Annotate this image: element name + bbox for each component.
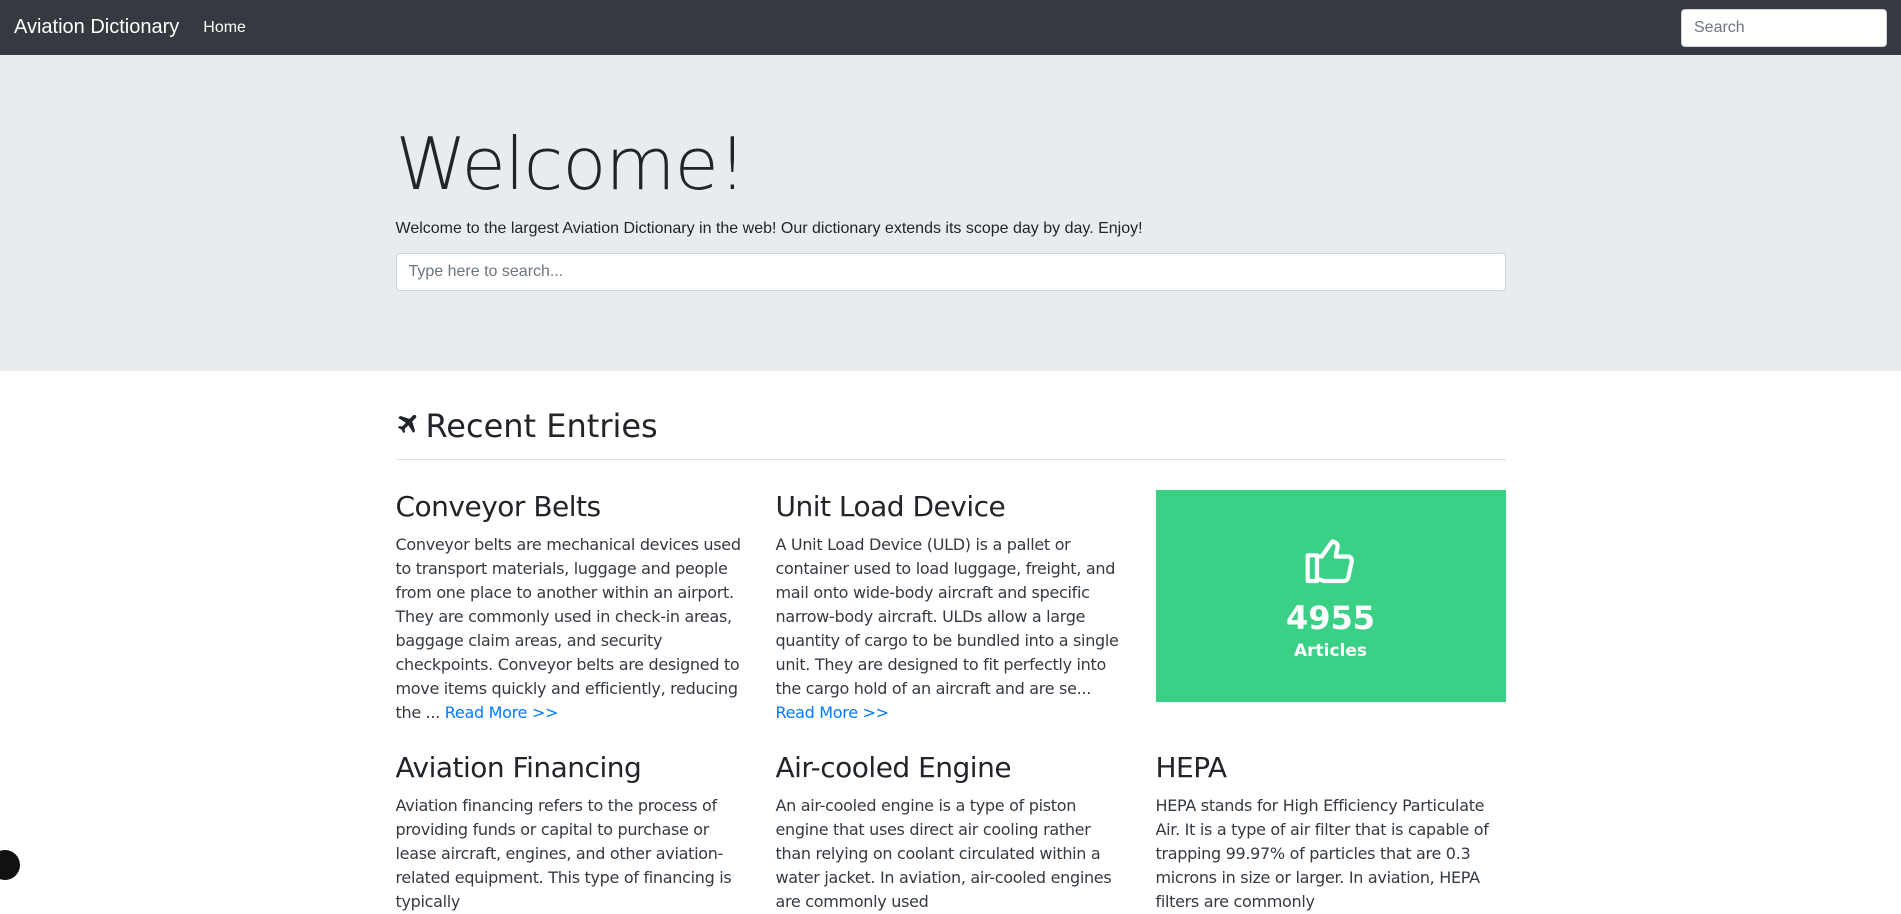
recent-entries-header: Recent Entries xyxy=(395,407,1506,460)
entry-card: Conveyor Belts Conveyor belts are mechan… xyxy=(396,490,746,725)
corner-widget-button[interactable] xyxy=(0,850,20,880)
entry-title[interactable]: Conveyor Belts xyxy=(396,490,746,523)
entry-excerpt: HEPA stands for High Efficiency Particul… xyxy=(1155,796,1489,911)
entry-excerpt: A Unit Load Device (ULD) is a pallet or … xyxy=(776,533,1126,725)
hero-title: Welcome! xyxy=(395,122,747,206)
thumbs-up-icon xyxy=(1303,532,1359,593)
hero-subtitle: Welcome to the largest Aviation Dictiona… xyxy=(395,219,1143,237)
nav-home-link[interactable]: Home xyxy=(203,19,246,37)
hero-search-input[interactable] xyxy=(395,252,1506,291)
hero-section: Welcome! Welcome to the largest Aviation… xyxy=(0,55,1901,371)
brand-link[interactable]: Aviation Dictionary xyxy=(14,16,179,39)
read-more-link[interactable]: Read More >> xyxy=(776,703,890,722)
entry-excerpt: An air-cooled engine is a type of piston… xyxy=(775,796,1112,911)
articles-count-card: 4955 Articles xyxy=(1155,490,1506,702)
entry-title[interactable]: Unit Load Device xyxy=(776,490,1126,523)
entry-excerpt-text: Conveyor belts are mechanical devices us… xyxy=(395,535,741,722)
entry-title[interactable]: Aviation Financing xyxy=(396,751,746,784)
entry-title[interactable]: HEPA xyxy=(1156,751,1506,784)
navbar-search-input[interactable] xyxy=(1681,8,1887,47)
plane-icon xyxy=(396,413,418,440)
entry-card: Unit Load Device A Unit Load Device (ULD… xyxy=(776,490,1126,725)
articles-count: 4955 xyxy=(1285,598,1376,637)
entries-grid: Conveyor Belts Conveyor belts are mechan… xyxy=(396,490,1506,914)
entry-excerpt: Aviation financing refers to the process… xyxy=(395,796,732,911)
read-more-link[interactable]: Read More >> xyxy=(445,703,559,722)
articles-label: Articles xyxy=(1293,640,1368,661)
top-navbar: Aviation Dictionary Home xyxy=(0,0,1901,55)
entry-excerpt-text: A Unit Load Device (ULD) is a pallet or … xyxy=(775,535,1119,698)
main-content: Recent Entries Conveyor Belts Conveyor b… xyxy=(395,407,1506,914)
entry-card: HEPA HEPA stands for High Efficiency Par… xyxy=(1156,751,1506,914)
entry-card: Aviation Financing Aviation financing re… xyxy=(396,751,746,914)
entry-card: Air-cooled Engine An air-cooled engine i… xyxy=(776,751,1126,914)
recent-entries-title: Recent Entries xyxy=(425,407,658,445)
entry-excerpt: Conveyor belts are mechanical devices us… xyxy=(396,533,746,725)
entry-title[interactable]: Air-cooled Engine xyxy=(776,751,1126,784)
hero-container: Welcome! Welcome to the largest Aviation… xyxy=(395,122,1506,291)
